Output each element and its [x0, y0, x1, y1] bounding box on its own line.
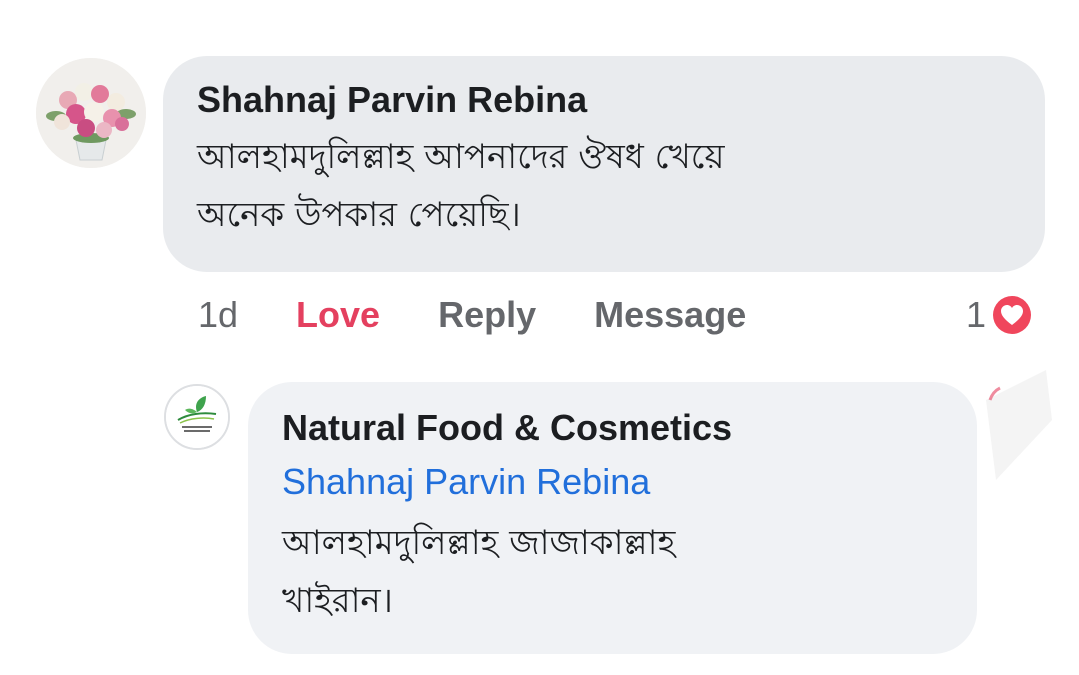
page-avatar[interactable]: [164, 384, 230, 450]
leaf-logo-avatar: [166, 386, 228, 448]
comment-actions: 1d Love Reply Message: [198, 290, 746, 340]
message-button[interactable]: Message: [594, 294, 746, 336]
reaction-summary[interactable]: 1: [966, 290, 1034, 340]
reply-text-line: আলহামদুলিল্লাহ জাজাকাল্লাহ: [282, 523, 676, 563]
love-button[interactable]: Love: [296, 294, 380, 336]
comment-thread: Shahnaj Parvin Rebina আলহামদুলিল্লাহ আপন…: [0, 0, 1079, 675]
love-reaction-icon: [991, 294, 1034, 336]
comment-timestamp[interactable]: 1d: [198, 294, 238, 336]
reply-author[interactable]: Natural Food & Cosmetics: [282, 406, 943, 450]
comment-text-line: অনেক উপকার পেয়েছি।: [197, 195, 521, 235]
flower-bouquet-avatar: [36, 58, 146, 168]
mention-link[interactable]: Shahnaj Parvin Rebina: [282, 454, 943, 510]
commenter-avatar[interactable]: [36, 58, 146, 168]
reaction-count: 1: [966, 294, 987, 335]
reply-bubble: Natural Food & Cosmetics Shahnaj Parvin …: [248, 382, 977, 654]
comment-author[interactable]: Shahnaj Parvin Rebina: [197, 78, 1011, 122]
faded-reaction-overlay: [986, 370, 1052, 480]
reply-text: আলহামদুলিল্লাহ জাজাকাল্লাহ খাইরান।: [282, 514, 943, 630]
reply-button[interactable]: Reply: [438, 294, 536, 336]
comment-text: আলহামদুলিল্লাহ আপনাদের ঔষধ খেয়ে অনেক উপ…: [197, 128, 1011, 244]
comment-text-line: আলহামদুলিল্লাহ আপনাদের ঔষধ খেয়ে: [197, 137, 725, 177]
reply-text-line: খাইরান।: [282, 581, 393, 621]
comment-bubble: Shahnaj Parvin Rebina আলহামদুলিল্লাহ আপন…: [163, 56, 1045, 272]
